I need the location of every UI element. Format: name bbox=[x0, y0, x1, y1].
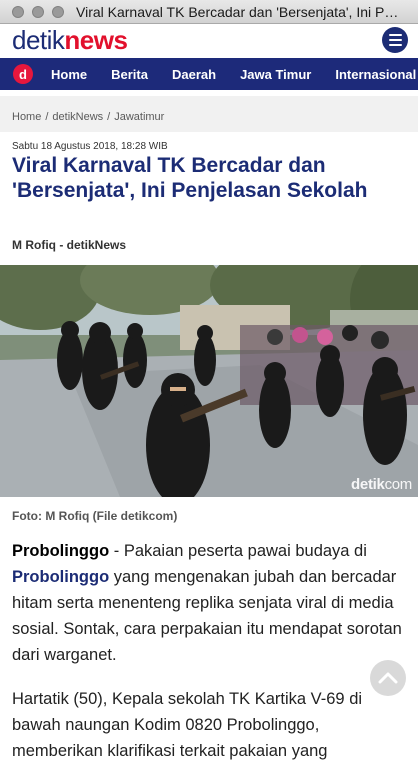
chevron-up-glyph bbox=[378, 672, 398, 684]
article-date: Sabtu 18 Agustus 2018, 18:28 WIB bbox=[12, 141, 168, 152]
photo-watermark: detikcom bbox=[351, 476, 412, 493]
breadcrumb-detiknews[interactable]: detikNews bbox=[52, 111, 103, 123]
breadcrumb-separator: / bbox=[107, 111, 111, 123]
window-zoom-button[interactable] bbox=[52, 5, 64, 18]
logo-text-detik: detik bbox=[12, 25, 65, 55]
hamburger-menu-icon[interactable] bbox=[382, 27, 408, 53]
main-nav: d Home Berita Daerah Jawa Timur Internas… bbox=[0, 56, 418, 90]
window-close-button[interactable] bbox=[12, 5, 24, 18]
breadcrumb: Home / detikNews / Jawatimur bbox=[0, 96, 418, 132]
paragraph-text: - Pakaian peserta pawai budaya di bbox=[109, 542, 367, 560]
article-author: M Rofiq - detikNews bbox=[12, 238, 127, 252]
chevron-up-icon[interactable] bbox=[370, 660, 406, 696]
window-title: Viral Karnaval TK Bercadar dan 'Bersenja… bbox=[76, 3, 406, 20]
article-paragraph-2: Hartatik (50), Kepala sekolah TK Kartika… bbox=[12, 690, 363, 760]
breadcrumb-separator: / bbox=[45, 111, 49, 123]
breadcrumb-home[interactable]: Home bbox=[12, 111, 41, 123]
article-photo[interactable]: detikcom bbox=[0, 265, 418, 497]
watermark-detik: detik bbox=[351, 476, 385, 493]
article-paragraph-1: Probolinggo - Pakaian peserta pawai buda… bbox=[12, 538, 408, 668]
watermark-com: com bbox=[384, 476, 413, 493]
nav-item-internasional[interactable]: Internasional bbox=[335, 67, 416, 82]
probolinggo-link[interactable]: Probolinggo bbox=[12, 568, 109, 586]
nav-item-jawa-timur[interactable]: Jawa Timur bbox=[240, 67, 311, 82]
nav-logo-icon[interactable]: d bbox=[13, 64, 33, 84]
article-title: Viral Karnaval TK Bercadar dan 'Bersenja… bbox=[12, 154, 368, 202]
dateline: Probolinggo bbox=[12, 542, 110, 560]
site-header: detiknews bbox=[0, 24, 418, 56]
nav-item-daerah[interactable]: Daerah bbox=[172, 67, 216, 82]
article-body: Probolinggo - Pakaian peserta pawai buda… bbox=[12, 538, 408, 762]
parade-photo-illustration bbox=[0, 265, 418, 497]
breadcrumb-jawatimur[interactable]: Jawatimur bbox=[114, 111, 164, 123]
site-logo[interactable]: detiknews bbox=[12, 25, 128, 55]
window-title-bar: Viral Karnaval TK Bercadar dan 'Bersenja… bbox=[0, 0, 418, 24]
nav-item-berita[interactable]: Berita bbox=[111, 67, 148, 82]
logo-text-news: news bbox=[64, 25, 128, 55]
window-minimize-button[interactable] bbox=[32, 5, 44, 18]
nav-item-home[interactable]: Home bbox=[51, 67, 87, 82]
photo-caption: Foto: M Rofiq (File detikcom) bbox=[12, 509, 178, 523]
